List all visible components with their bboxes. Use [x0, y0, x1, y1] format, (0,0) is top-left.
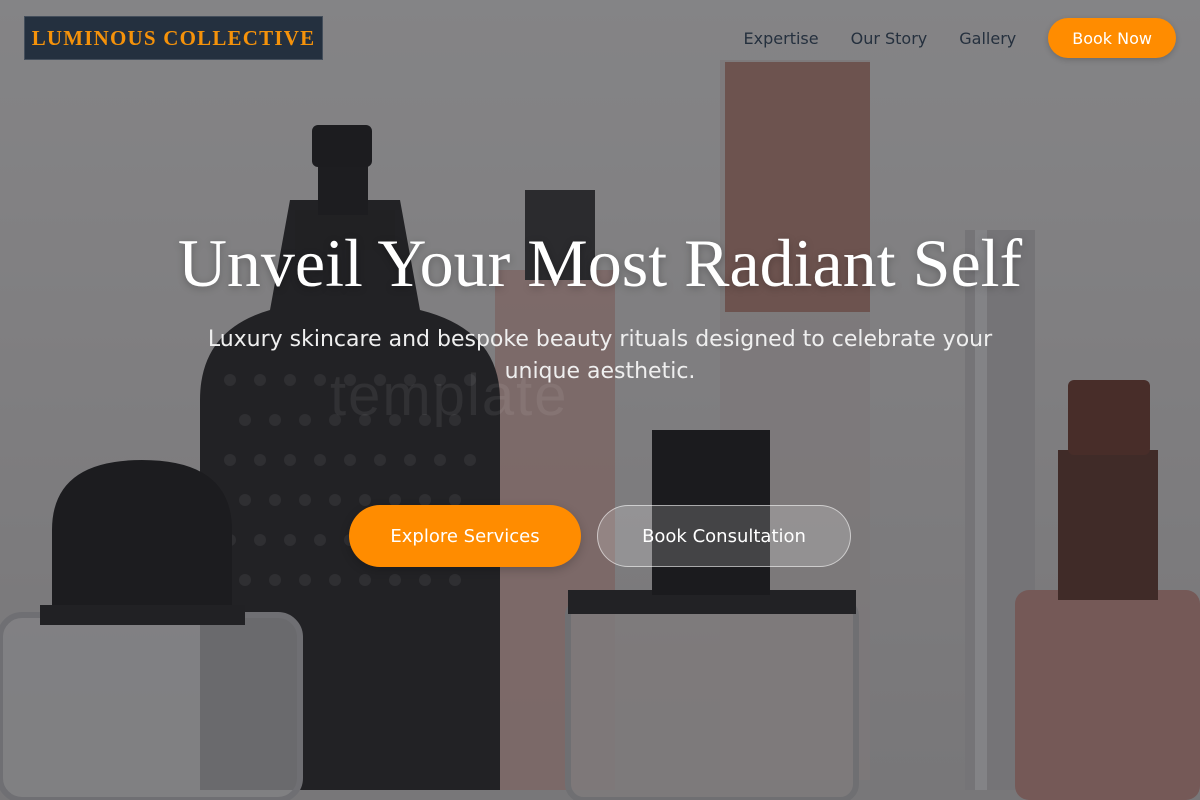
- hero-subtitle: Luxury skincare and bespoke beauty ritua…: [207, 327, 993, 384]
- dark-overlay: [0, 0, 1200, 800]
- book-consultation-button[interactable]: Book Consultation: [597, 505, 851, 567]
- hero-section: Unveil Your Most Radiant Self Luxury ski…: [150, 225, 1050, 567]
- explore-services-button[interactable]: Explore Services: [349, 505, 581, 567]
- nav-link-gallery[interactable]: Gallery: [959, 29, 1016, 48]
- book-now-button[interactable]: Book Now: [1048, 18, 1176, 58]
- brand-logo[interactable]: LUMINOUS COLLECTIVE: [24, 16, 323, 60]
- hero-title: Unveil Your Most Radiant Self: [177, 225, 1023, 301]
- nav-link-our-story[interactable]: Our Story: [851, 29, 928, 48]
- nav-link-expertise[interactable]: Expertise: [744, 29, 819, 48]
- site-header: LUMINOUS COLLECTIVE Expertise Our Story …: [0, 0, 1200, 76]
- main-nav: Expertise Our Story Gallery Book Now: [744, 18, 1176, 58]
- hero-background-image: template: [0, 0, 1200, 800]
- hero-actions: Explore Services Book Consultation: [150, 505, 1050, 567]
